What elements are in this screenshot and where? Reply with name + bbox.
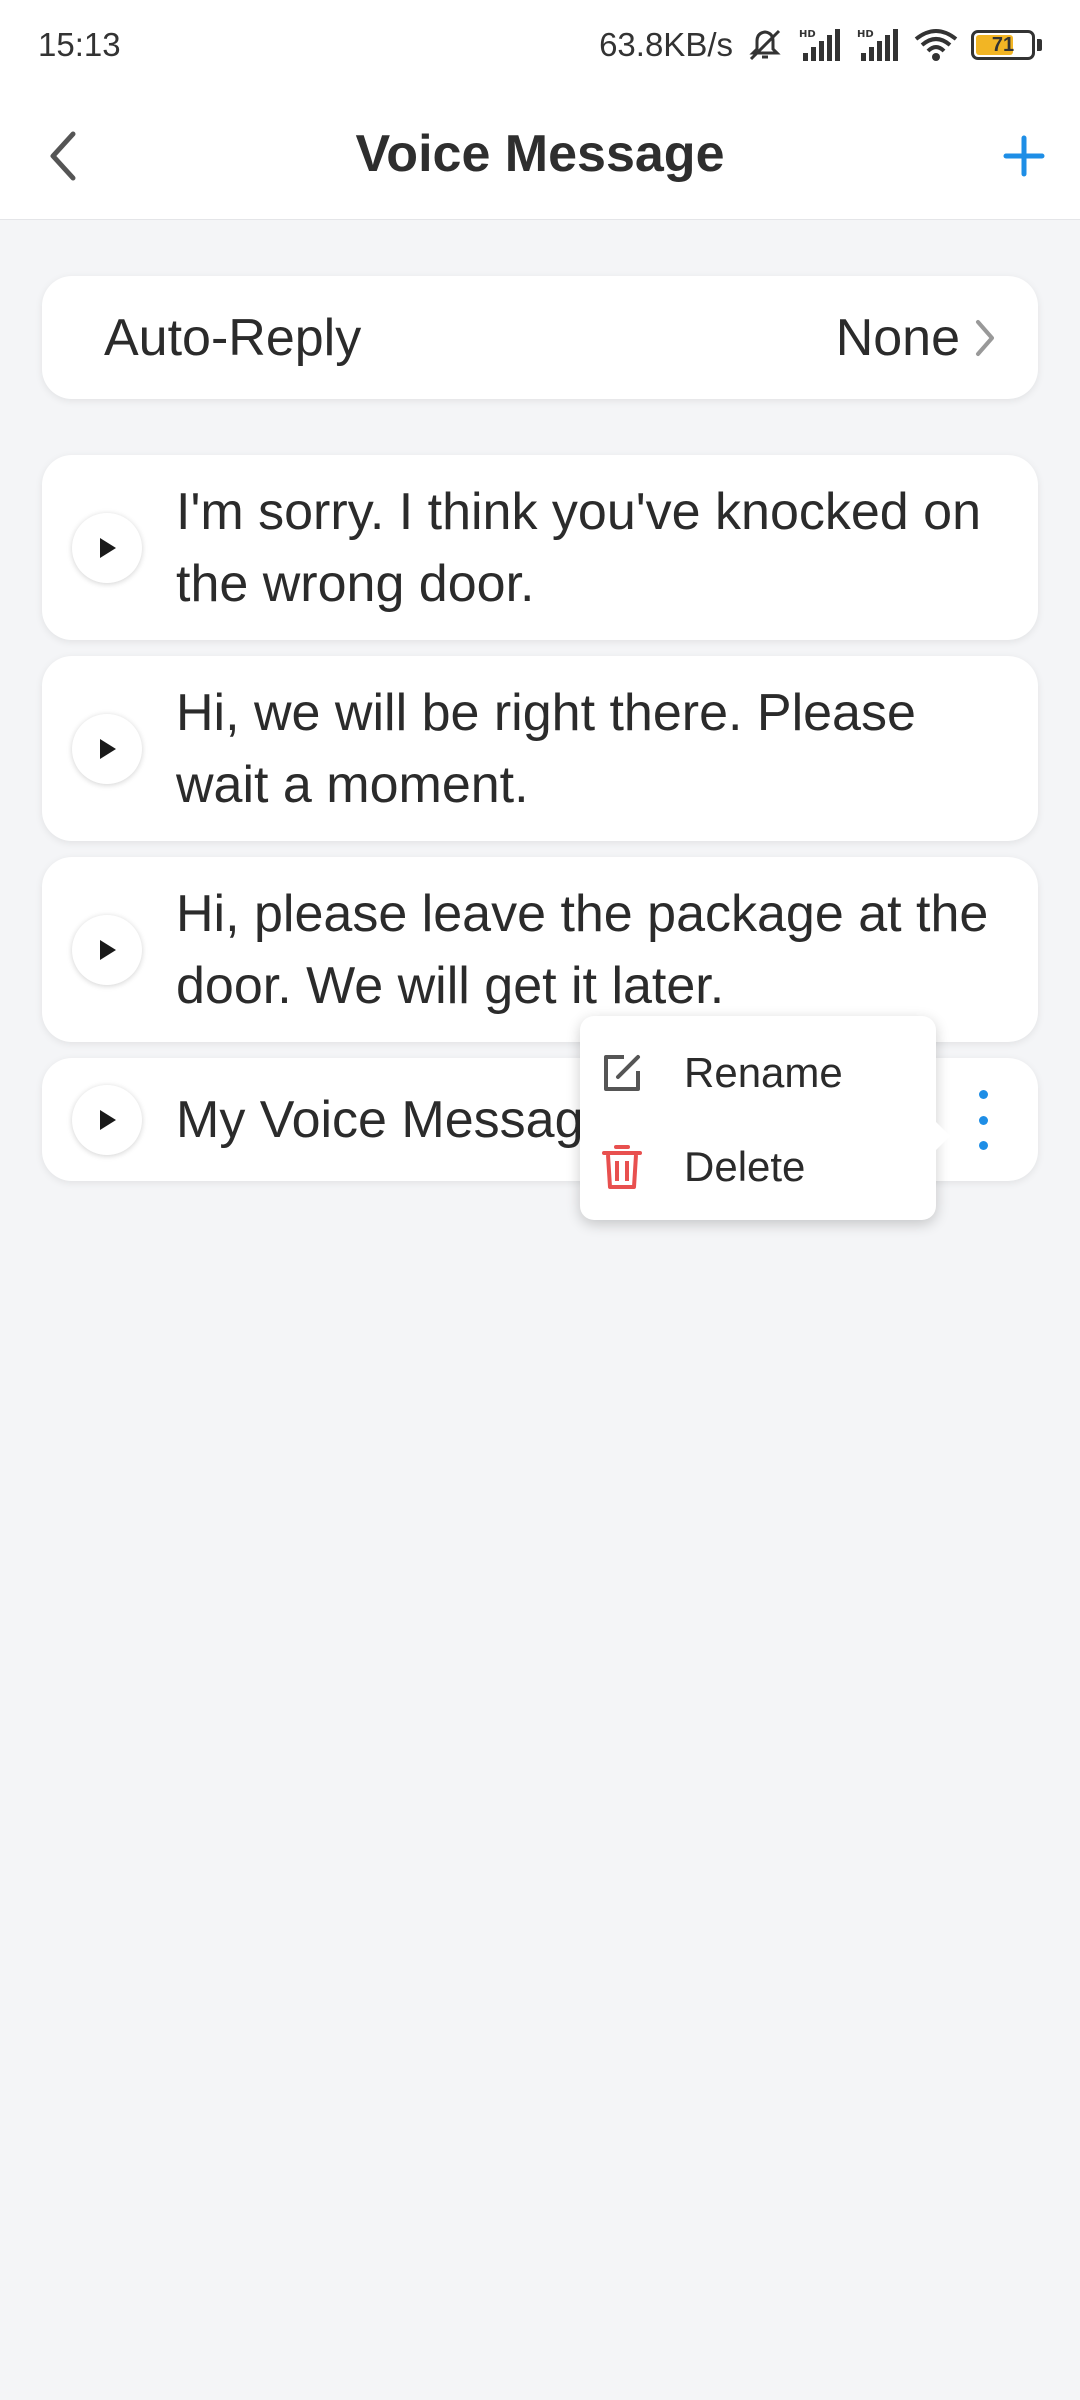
auto-reply-row[interactable]: Auto-Reply None	[42, 276, 1038, 399]
chevron-right-icon	[976, 319, 994, 356]
svg-text:HD: HD	[799, 29, 816, 40]
trash-icon	[602, 1145, 642, 1189]
message-text: I'm sorry. I think you've knocked on the…	[176, 482, 982, 613]
add-message-button[interactable]	[994, 126, 1054, 186]
auto-reply-value-group: None	[836, 308, 996, 368]
delete-menu-item[interactable]: Delete	[580, 1122, 936, 1212]
auto-reply-value: None	[835, 308, 960, 367]
more-vertical-icon	[978, 1090, 988, 1099]
app-header: Voice Message	[0, 90, 1080, 220]
battery-level: 71	[991, 33, 1015, 56]
rename-label: Rename	[684, 1049, 843, 1096]
message-text: My Voice Message	[176, 1090, 613, 1149]
rename-menu-item[interactable]: Rename	[580, 1028, 936, 1118]
status-icons: 63.8KB/s HD HD 71	[599, 26, 1042, 64]
status-time: 15:13	[38, 26, 121, 63]
edit-icon	[604, 1055, 640, 1091]
play-icon	[100, 1109, 116, 1130]
play-icon	[100, 537, 116, 558]
message-text: Hi, we will be right there. Please wait …	[176, 683, 916, 814]
status-bar: 15:13 63.8KB/s HD HD 71	[0, 0, 1080, 90]
mute-bell-icon	[745, 27, 785, 63]
play-button[interactable]	[72, 1084, 142, 1155]
more-options-button[interactable]	[968, 1090, 998, 1150]
play-button[interactable]	[72, 713, 142, 784]
delete-label: Delete	[684, 1143, 806, 1190]
message-text: Hi, please leave the package at the door…	[176, 884, 989, 1015]
battery-icon: 71	[971, 30, 1042, 60]
wifi-icon	[913, 27, 959, 63]
plus-icon	[1003, 135, 1045, 177]
voice-message-item[interactable]: Hi, we will be right there. Please wait …	[42, 656, 1038, 841]
signal-hd-1-icon: HD	[797, 27, 843, 63]
auto-reply-label: Auto-Reply	[104, 308, 362, 367]
network-speed: 63.8KB/s	[599, 26, 733, 63]
message-options-menu: Rename Delete	[580, 1016, 950, 1220]
play-icon	[100, 738, 116, 759]
play-button[interactable]	[72, 512, 142, 583]
svg-text:HD: HD	[857, 29, 874, 40]
voice-message-item[interactable]: Hi, please leave the package at the door…	[42, 857, 1038, 1042]
page-title: Voice Message	[355, 125, 725, 183]
signal-hd-2-icon: HD	[855, 27, 901, 63]
voice-message-screen: 15:13 63.8KB/s HD HD 71 Voice Message Au…	[0, 0, 1080, 2400]
voice-message-item[interactable]: I'm sorry. I think you've knocked on the…	[42, 455, 1038, 640]
play-button[interactable]	[72, 914, 142, 985]
play-icon	[100, 939, 116, 960]
